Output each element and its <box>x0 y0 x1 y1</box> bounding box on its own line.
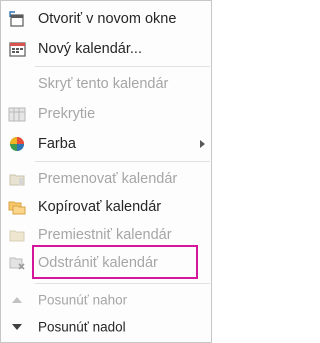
copy-folder-icon <box>7 197 27 217</box>
menu-item-label: Posunúť nahor <box>38 292 128 308</box>
menu-item-move-down[interactable]: Posunúť nadol <box>1 312 211 342</box>
move-folder-icon <box>7 225 27 245</box>
highlight-box <box>32 245 198 279</box>
menu-item-label: Nový kalendár... <box>38 41 142 57</box>
overlay-icon <box>7 104 27 124</box>
menu-item-move-up: Posunúť nahor <box>1 285 211 315</box>
menu-item-label: Farba <box>38 136 76 152</box>
menu-item-overlay: Prekrytie <box>1 99 211 129</box>
menu-item-label: Otvoriť v novom okne <box>38 11 177 27</box>
rename-icon <box>7 169 27 189</box>
menu-item-color[interactable]: Farba <box>1 129 211 159</box>
menu-item-label: Kopírovať kalendár <box>38 199 162 215</box>
menu-item-label: Posunúť nadol <box>38 319 126 335</box>
menu-separator <box>35 161 210 162</box>
menu-item-label: Premiestniť kalendár <box>38 227 172 243</box>
color-palette-icon <box>7 134 27 154</box>
delete-icon <box>7 253 27 273</box>
submenu-arrow-icon <box>200 140 205 148</box>
menu-item-hide-calendar: Skryť tento kalendár <box>1 69 211 99</box>
context-menu: Otvoriť v novom okne Nový kalendár... Sk… <box>0 0 212 343</box>
arrow-down-icon <box>7 317 27 337</box>
menu-item-open-new-window[interactable]: Otvoriť v novom okne <box>1 4 211 34</box>
new-window-icon <box>7 9 27 29</box>
menu-separator <box>35 66 210 67</box>
menu-separator <box>35 283 210 284</box>
arrow-up-icon <box>7 290 27 310</box>
menu-item-label: Premenovať kalendár <box>38 171 178 187</box>
menu-item-label: Skryť tento kalendár <box>38 76 169 92</box>
menu-item-rename-calendar: Premenovať kalendár <box>1 164 211 194</box>
menu-item-new-calendar[interactable]: Nový kalendár... <box>1 34 211 64</box>
menu-item-label: Prekrytie <box>38 106 96 122</box>
menu-item-copy-calendar[interactable]: Kopírovať kalendár <box>1 192 211 222</box>
calendar-icon <box>7 39 27 59</box>
